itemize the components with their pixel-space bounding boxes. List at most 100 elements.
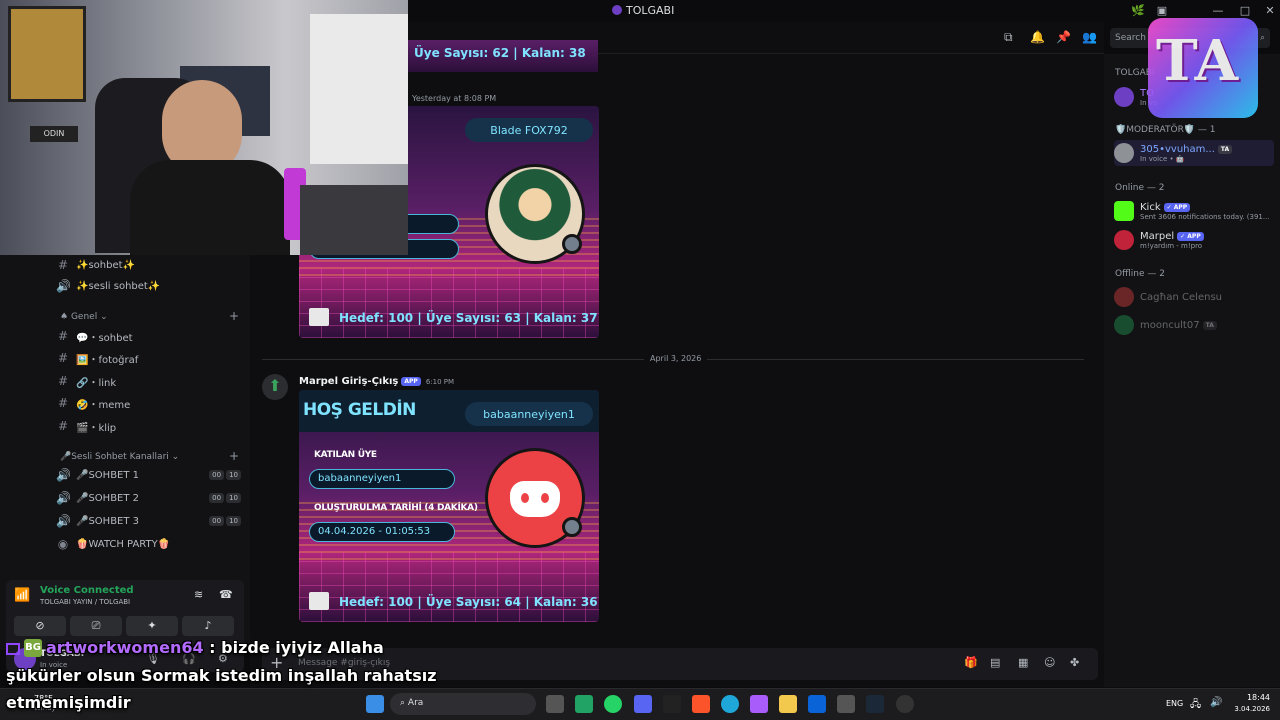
maximize-button[interactable]: □ xyxy=(1237,3,1253,19)
activities-button[interactable]: ✦ xyxy=(126,616,178,636)
edge-icon[interactable] xyxy=(721,695,739,713)
voice-channel-item[interactable]: 🔊 🎤SOHBET 3 00 10 xyxy=(56,511,241,531)
member-count-icon xyxy=(309,592,329,610)
speaker-icon: 🔊 xyxy=(56,468,71,482)
channel-item[interactable]: # 🤣・meme xyxy=(56,393,241,413)
created-value: 04.04.2026 - 01:05:53 xyxy=(309,522,455,542)
voice-panel: 📶 Voice Connected TOLGABI YAYIN / TOLGAB… xyxy=(6,580,244,672)
user-limit: 00 10 xyxy=(209,493,241,503)
discord-logo-icon xyxy=(510,481,560,517)
webcam-overlay: ODIN xyxy=(0,0,408,255)
window-title: TOLGABI xyxy=(612,4,674,17)
member-avatar xyxy=(1114,87,1134,107)
status-indicator xyxy=(562,234,582,254)
app-icon[interactable] xyxy=(837,695,855,713)
outlook-icon[interactable] xyxy=(808,695,826,713)
channel-item[interactable]: # 💬・sohbet xyxy=(56,326,241,346)
add-channel-icon[interactable]: + xyxy=(229,449,239,463)
gif-icon[interactable]: ▤ xyxy=(990,656,1000,669)
person-body xyxy=(130,160,290,255)
voice-channel-item[interactable]: 🔊 🎤SOHBET 2 00 10 xyxy=(56,488,241,508)
threads-icon[interactable]: ⧉ xyxy=(1004,30,1013,45)
nitro-icon[interactable]: 🌿 xyxy=(1130,3,1146,19)
channel-item[interactable]: # 🎬・klip xyxy=(56,416,241,436)
card-heading: HOŞ GELDİN xyxy=(303,400,416,420)
hash-icon: # xyxy=(57,419,69,433)
bell-icon[interactable]: 🔔 xyxy=(1030,30,1045,44)
channel-item[interactable]: # 🖼️・fotoğraf xyxy=(56,348,241,368)
chat-overlay-line-1: artworkwomen64 : bizde iyiyiz Allaha xyxy=(46,638,384,657)
member-count-icon xyxy=(309,308,329,326)
minimize-button[interactable]: — xyxy=(1210,3,1226,19)
sticker-icon[interactable]: ▦ xyxy=(1018,656,1028,669)
search-icon: ⌕ xyxy=(1259,33,1265,43)
close-button[interactable]: ✕ xyxy=(1262,3,1278,19)
card-username-tag: babaanneyiyen1 xyxy=(465,402,593,426)
add-channel-icon[interactable]: + xyxy=(229,309,239,323)
gift-icon[interactable]: 🎁 xyxy=(964,656,978,669)
category-voice[interactable]: 🎤Sesli Sohbet Kanallari ⌄ xyxy=(60,452,179,462)
chat-username: artworkwomen64 xyxy=(46,638,204,657)
embed-card-partial: Üye Sayısı: 62 | Kalan: 38 xyxy=(408,40,598,72)
status-indicator xyxy=(562,517,582,537)
stage-icon: ◉ xyxy=(57,537,69,551)
stage-channel-item[interactable]: ◉ 🍿WATCH PARTY🍿 xyxy=(56,534,241,554)
xbox-icon[interactable] xyxy=(575,695,593,713)
copilot-icon[interactable] xyxy=(750,695,768,713)
card-username-tag: Blade FOX792 xyxy=(465,118,593,142)
file-explorer-icon[interactable] xyxy=(779,695,797,713)
whatsapp-icon[interactable] xyxy=(604,695,622,713)
obs-icon[interactable] xyxy=(896,695,914,713)
member-item[interactable]: Cagħan Celensu xyxy=(1114,284,1274,310)
author-name[interactable]: Marpel Giriş-Çıkış APP 6:10 PM xyxy=(299,376,454,387)
desk xyxy=(300,185,408,255)
sub-badge-icon: BG xyxy=(24,639,42,657)
card-footer: Hedef: 100 | Üye Sayısı: 64 | Kalan: 36 xyxy=(339,595,598,609)
member-item[interactable]: Marpel ✓ APP m!yardım - m!pro xyxy=(1114,227,1274,253)
members-icon[interactable]: 👥 xyxy=(1082,30,1097,44)
volume-icon[interactable]: 🔊 xyxy=(1210,697,1222,708)
user-limit: 00 10 xyxy=(209,516,241,526)
member-avatar xyxy=(1114,287,1134,307)
brave-icon[interactable] xyxy=(692,695,710,713)
soundboard-button[interactable]: ♪ xyxy=(182,616,234,636)
taskbar-search[interactable]: ⌕ Ara xyxy=(390,693,536,715)
language-indicator[interactable]: ENG xyxy=(1166,699,1183,708)
member-item[interactable]: mooncult07 TA xyxy=(1114,312,1274,338)
discord-icon[interactable] xyxy=(634,695,652,713)
disconnect-icon[interactable]: ☎ xyxy=(219,588,233,601)
windows-start-icon[interactable] xyxy=(366,695,384,713)
task-view-icon[interactable] xyxy=(546,695,564,713)
camera-off-button[interactable]: ⊘ xyxy=(14,616,66,636)
hash-icon: # xyxy=(57,351,69,365)
voice-channel[interactable]: TOLGABI YAYIN / TOLGABI xyxy=(40,598,130,606)
member-item[interactable]: 305•vvuham... TA In voice • 🤖 xyxy=(1114,140,1274,166)
app-icon[interactable] xyxy=(663,695,681,713)
message-timestamp: Yesterday at 8:08 PM xyxy=(412,94,497,103)
network-icon[interactable]: 🖧 xyxy=(1190,697,1201,714)
category-genel[interactable]: ♠ Genel ⌄ xyxy=(60,312,108,322)
channel-item[interactable]: # ✨sohbet✨ xyxy=(56,255,241,275)
member-avatar xyxy=(1114,143,1134,163)
member-group-header: Offline — 2 xyxy=(1115,269,1165,279)
window-blind xyxy=(310,14,408,164)
apps-icon[interactable]: ✤ xyxy=(1070,656,1079,669)
emoji-icon[interactable]: ☺ xyxy=(1044,656,1055,669)
author-avatar[interactable]: ⬆ xyxy=(262,374,288,400)
channel-item[interactable]: 🔊 ✨sesli sohbet✨ xyxy=(56,276,241,296)
joined-label: KATILAN ÜYE xyxy=(314,450,377,460)
member-item[interactable]: Kick ✓ APP Sent 3606 notifications today. … xyxy=(1114,198,1274,224)
chat-overlay-line-2: şükürler olsun Sormak istedim inşallah r… xyxy=(6,666,437,685)
joined-value: babaanneyiyen1 xyxy=(309,469,455,489)
clock-time[interactable]: 18:44 xyxy=(1234,693,1270,702)
inbox-icon[interactable]: ▣ xyxy=(1154,3,1170,19)
channel-item[interactable]: # 🔗・link xyxy=(56,371,241,391)
voice-status[interactable]: Voice Connected xyxy=(40,585,134,596)
server-icon xyxy=(612,5,622,15)
steam-icon[interactable] xyxy=(866,695,884,713)
pin-icon[interactable]: 📌 xyxy=(1056,30,1071,44)
clock-date[interactable]: 3.04.2026 xyxy=(1226,705,1270,713)
screen-share-button[interactable]: ⎚ xyxy=(70,616,122,636)
voice-channel-item[interactable]: 🔊 🎤SOHBET 1 00 10 xyxy=(56,465,241,485)
noise-suppression-icon[interactable]: ≋ xyxy=(194,588,203,601)
